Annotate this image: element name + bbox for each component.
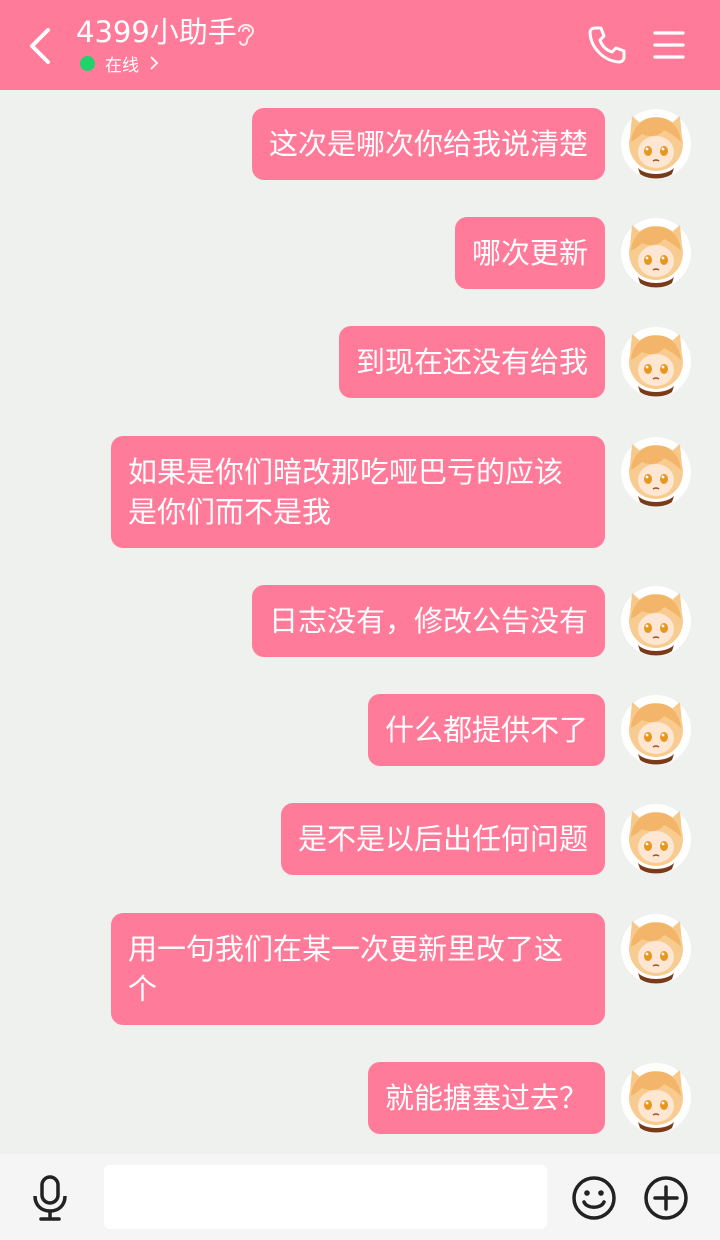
message-bubble[interactable]: 如果是你们暗改那吃哑巴亏的应该是你们而不是我 bbox=[111, 436, 605, 548]
microphone-icon[interactable] bbox=[28, 1174, 72, 1222]
user-avatar[interactable] bbox=[620, 436, 692, 508]
message-bubble[interactable]: 日志没有，修改公告没有 bbox=[251, 585, 605, 657]
message-input[interactable] bbox=[104, 1165, 547, 1229]
message-list[interactable]: 这次是哪次你给我说清楚 哪次更新 到现在还没有给我 如果是你们暗改那吃哑巴亏的应… bbox=[0, 90, 720, 1154]
chat-title[interactable]: 4399小助手 bbox=[76, 14, 237, 50]
online-status[interactable]: 在线 bbox=[80, 52, 159, 76]
message-bubble[interactable]: 是不是以后出任何问题 bbox=[280, 803, 605, 875]
message-bubble[interactable]: 什么都提供不了 bbox=[367, 694, 605, 766]
plus-icon[interactable] bbox=[642, 1174, 690, 1222]
user-avatar[interactable] bbox=[620, 803, 692, 875]
chevron-right-icon bbox=[150, 56, 159, 70]
online-dot bbox=[80, 55, 95, 71]
back-arrow-icon[interactable] bbox=[22, 26, 58, 66]
user-avatar[interactable] bbox=[620, 913, 692, 985]
message-bubble[interactable]: 就能搪塞过去？ bbox=[367, 1062, 605, 1134]
message-bubble[interactable]: 用一句我们在某一次更新里改了这个 bbox=[111, 913, 605, 1025]
message-bubble[interactable]: 哪次更新 bbox=[454, 217, 605, 289]
input-bar bbox=[0, 1154, 720, 1240]
message-bubble[interactable]: 这次是哪次你给我说清楚 bbox=[251, 108, 605, 180]
user-avatar[interactable] bbox=[620, 1062, 692, 1134]
chat-header: 4399小助手 在线 bbox=[0, 0, 720, 90]
user-avatar[interactable] bbox=[620, 217, 692, 289]
menu-icon[interactable] bbox=[652, 28, 686, 62]
user-avatar[interactable] bbox=[620, 108, 692, 180]
user-avatar[interactable] bbox=[620, 585, 692, 657]
message-bubble[interactable]: 到现在还没有给我 bbox=[338, 326, 605, 398]
emoji-icon[interactable] bbox=[570, 1174, 618, 1222]
ear-icon bbox=[238, 24, 255, 46]
user-avatar[interactable] bbox=[620, 326, 692, 398]
status-label: 在线 bbox=[105, 55, 139, 76]
phone-icon[interactable] bbox=[586, 24, 628, 66]
user-avatar[interactable] bbox=[620, 694, 692, 766]
